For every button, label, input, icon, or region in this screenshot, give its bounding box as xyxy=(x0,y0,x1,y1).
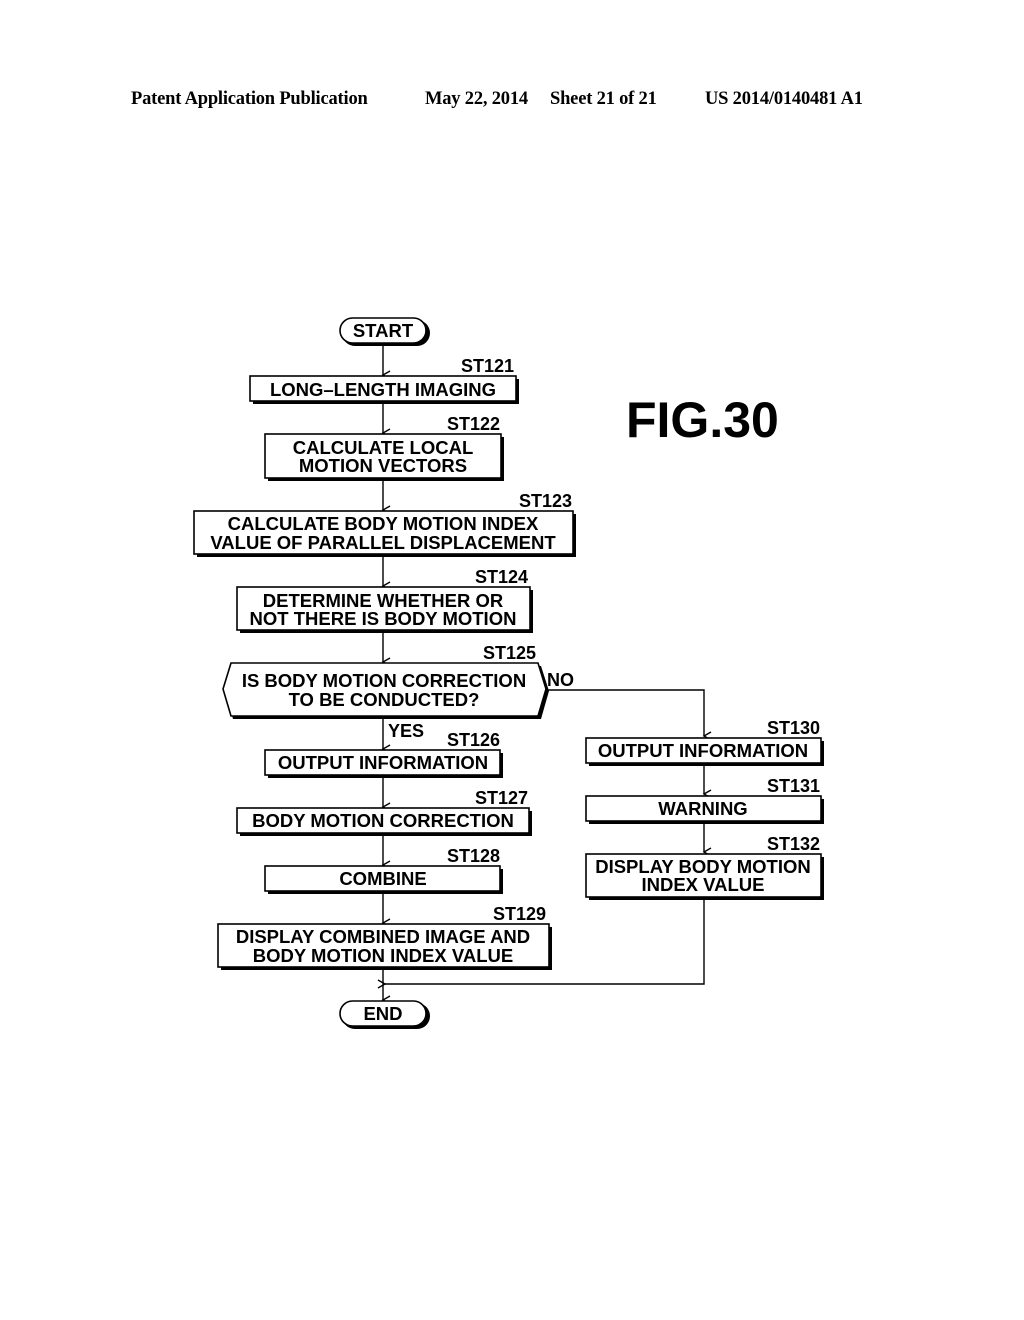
step-st123-text-line2: VALUE OF PARALLEL DISPLACEMENT xyxy=(210,532,556,553)
flowchart-diagram: FIG.30 START LONG–LENGTH IMAGING ST121 C… xyxy=(193,317,824,1029)
terminal-end: END xyxy=(339,1000,430,1029)
step-st128-text: COMBINE xyxy=(339,868,426,889)
step-st124-text-line2: NOT THERE IS BODY MOTION xyxy=(250,608,517,629)
step-st129-id: ST129 xyxy=(493,904,546,924)
terminal-end-label: END xyxy=(363,1003,402,1024)
step-st122-id: ST122 xyxy=(447,414,500,434)
arrow-st125-st130-no xyxy=(544,689,712,741)
terminal-start: START xyxy=(339,317,430,346)
step-st127: BODY MOTION CORRECTION ST127 xyxy=(236,788,532,836)
step-st124: DETERMINE WHETHER OR NOT THERE IS BODY M… xyxy=(236,567,533,633)
decision-st125-id: ST125 xyxy=(483,643,536,663)
decision-st125-text-line2: TO BE CONDUCTED? xyxy=(289,689,480,710)
step-st130: OUTPUT INFORMATION ST130 xyxy=(585,718,824,766)
decision-st125-text-line1: IS BODY MOTION CORRECTION xyxy=(242,670,526,691)
step-st122-text-line2: MOTION VECTORS xyxy=(299,455,467,476)
step-st123-text-line1: CALCULATE BODY MOTION INDEX xyxy=(228,513,539,534)
step-st126: OUTPUT INFORMATION ST126 xyxy=(264,730,503,778)
step-st130-text: OUTPUT INFORMATION xyxy=(598,740,808,761)
step-st124-id: ST124 xyxy=(475,567,528,587)
step-st126-text: OUTPUT INFORMATION xyxy=(278,752,488,773)
step-st131: WARNING ST131 xyxy=(585,776,824,824)
terminal-start-label: START xyxy=(353,320,414,341)
step-st127-text: BODY MOTION CORRECTION xyxy=(252,810,514,831)
step-st121: LONG–LENGTH IMAGING ST121 xyxy=(249,356,519,404)
step-st126-id: ST126 xyxy=(447,730,500,750)
step-st131-text: WARNING xyxy=(658,798,747,819)
step-st127-id: ST127 xyxy=(475,788,528,808)
decision-st125: IS BODY MOTION CORRECTION TO BE CONDUCTE… xyxy=(222,643,574,741)
step-st121-text: LONG–LENGTH IMAGING xyxy=(270,379,496,400)
branch-label-no: NO xyxy=(547,670,574,690)
step-st129-text-line1: DISPLAY COMBINED IMAGE AND xyxy=(236,926,530,947)
step-st121-id: ST121 xyxy=(461,356,514,376)
step-st132-id: ST132 xyxy=(767,834,820,854)
step-st122: CALCULATE LOCAL MOTION VECTORS ST122 xyxy=(264,414,504,481)
step-st132-text-line2: INDEX VALUE xyxy=(641,874,764,895)
branch-label-yes: YES xyxy=(388,721,424,741)
figure-label: FIG.30 xyxy=(626,392,779,448)
step-st129-text-line2: BODY MOTION INDEX VALUE xyxy=(253,945,513,966)
step-st123-id: ST123 xyxy=(519,491,572,511)
step-st130-id: ST130 xyxy=(767,718,820,738)
step-st131-id: ST131 xyxy=(767,776,820,796)
step-st128-id: ST128 xyxy=(447,846,500,866)
step-st123: CALCULATE BODY MOTION INDEX VALUE OF PAR… xyxy=(193,491,576,557)
step-st128: COMBINE ST128 xyxy=(264,846,503,894)
step-st132: DISPLAY BODY MOTION INDEX VALUE ST132 xyxy=(585,834,824,900)
step-st129: DISPLAY COMBINED IMAGE AND BODY MOTION I… xyxy=(217,904,552,970)
